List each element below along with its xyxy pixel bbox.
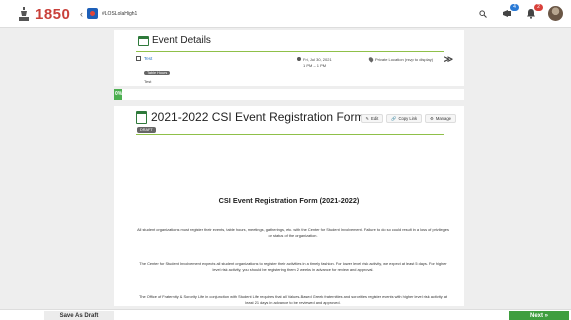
form-paragraph-3: The Office of Fraternity & Sorority Life… (138, 294, 447, 305)
organization-switcher[interactable]: ‹ #LOSLolaHigh1 (80, 8, 137, 19)
notifications-badge: 2 (534, 3, 543, 11)
event-link[interactable]: Test (144, 56, 152, 61)
form-paragraph-1: All student organizations must register … (137, 227, 449, 238)
form-heading: CSI Event Registration Form (2021-2022) (218, 196, 360, 205)
organization-avatar (87, 8, 98, 19)
expand-chevron-icon[interactable]: ≫ (444, 54, 453, 65)
edit-button[interactable]: ✎ Edit (360, 114, 384, 123)
progress-label: 0% (115, 91, 123, 97)
divider (136, 51, 444, 52)
gear-icon: ⚙ (430, 116, 434, 121)
event-date: Fri, Jul 30, 2021 (303, 57, 332, 62)
manage-button[interactable]: ⚙ Manage (425, 114, 456, 123)
logo-text: 1850 (35, 5, 71, 23)
copy-link-label: Copy Link (398, 116, 418, 121)
event-details-card: Event Details Test Table Hours Test Fri,… (114, 30, 464, 86)
notifications-button[interactable]: 2 (524, 3, 543, 21)
search-icon (479, 9, 487, 18)
clock-icon (297, 57, 301, 61)
bottom-action-bar: Save As Draft Next » (0, 309, 571, 320)
pencil-icon: ✎ (365, 116, 370, 121)
event-type-tag: Table Hours (144, 71, 171, 75)
top-navigation-bar: 1850 ‹ #LOSLolaHigh1 4 2 (0, 0, 571, 28)
clipboard-icon (136, 110, 147, 124)
tower-icon (19, 7, 29, 21)
updates-button[interactable]: 4 (500, 3, 519, 21)
divider (136, 134, 444, 135)
form-actions: ✎ Edit 🔗 Copy Link ⚙ Manage (360, 114, 456, 123)
event-details-header: Event Details (138, 35, 211, 46)
event-location: Private Location (rsvp to display) (367, 56, 434, 63)
edit-label: Edit (371, 116, 379, 121)
copy-link-button[interactable]: 🔗 Copy Link (386, 114, 423, 123)
event-details-title: Event Details (152, 35, 211, 46)
progress-bar: 0% (114, 89, 464, 100)
form-header: 2021-2022 CSI Event Registration Form (136, 110, 364, 124)
form-card: 2021-2022 CSI Event Registration Form DR… (114, 106, 464, 306)
user-avatar[interactable] (548, 6, 563, 21)
form-paragraph-2: The Center for Student Involvement expec… (139, 261, 447, 272)
calendar-small-icon (136, 56, 141, 61)
home-logo[interactable]: 1850 (18, 5, 70, 23)
map-pin-icon (367, 56, 375, 63)
chevron-left-icon: ‹ (80, 8, 83, 19)
status-badge: DRAFT (137, 127, 156, 133)
link-icon: 🔗 (391, 115, 397, 121)
next-button[interactable]: Next » (509, 311, 569, 320)
event-datetime: Fri, Jul 30, 2021 1 PM – 1 PM (297, 57, 332, 69)
event-time: 1 PM – 1 PM (303, 63, 327, 68)
manage-label: Manage (435, 116, 451, 121)
form-title: 2021-2022 CSI Event Registration Form (151, 110, 365, 124)
save-draft-button[interactable]: Save As Draft (44, 311, 114, 320)
event-info: Test Table Hours Test (136, 56, 171, 84)
organization-name: #LOSLolaHigh1 (102, 10, 138, 17)
header-actions: 4 2 (476, 3, 563, 21)
event-subtitle: Test (144, 79, 152, 84)
updates-badge: 4 (510, 3, 519, 11)
event-location-text: Private Location (rsvp to display) (375, 57, 434, 62)
search-button[interactable] (476, 7, 490, 21)
calendar-icon (138, 35, 149, 46)
